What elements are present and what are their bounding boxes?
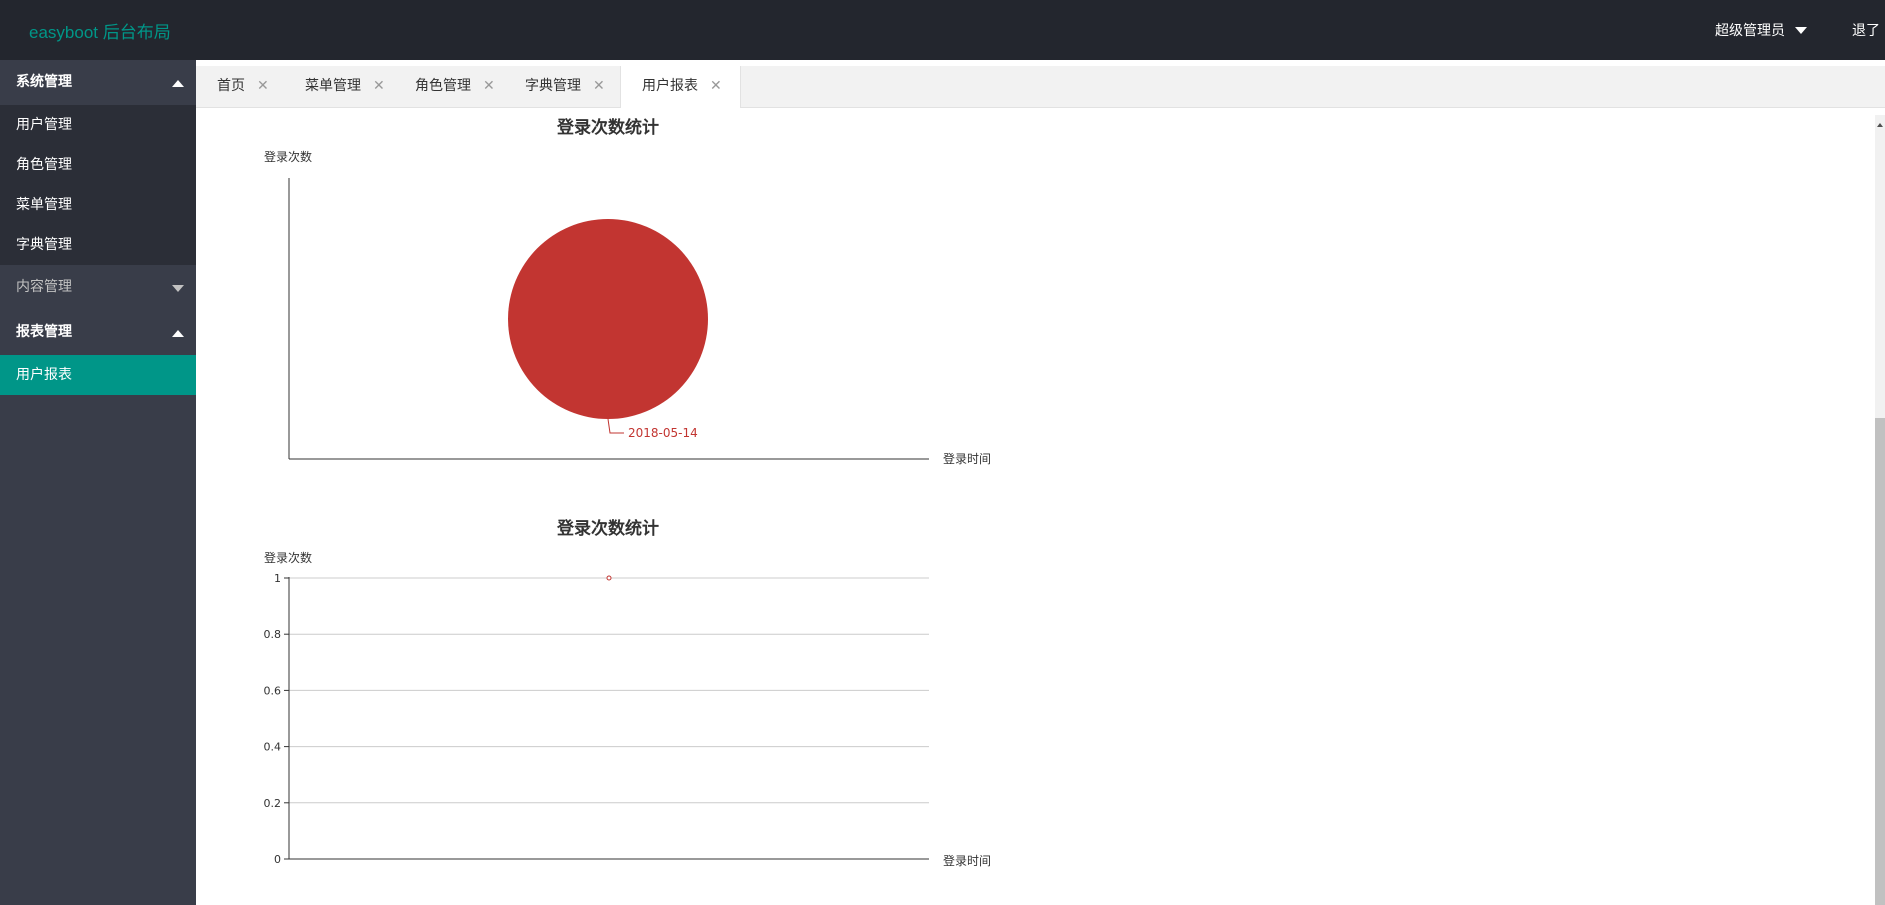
- chart-title: 登录次数统计: [556, 117, 659, 138]
- y-axis-label: 登录次数: [264, 149, 312, 164]
- chevron-up-icon: [172, 80, 184, 87]
- pie-label-line: [607, 418, 624, 434]
- y-tick-label: 0.6: [264, 684, 282, 697]
- line-point[interactable]: [606, 575, 612, 581]
- submenu-system: 用户管理 角色管理 菜单管理 字典管理: [0, 105, 196, 265]
- sidebar-group-label: 系统管理: [16, 74, 72, 90]
- tab-menus[interactable]: 菜单管理 ✕: [284, 66, 385, 107]
- sidebar-item-menus[interactable]: 菜单管理: [0, 185, 196, 225]
- y-tick-label: 0.4: [264, 741, 282, 754]
- sidebar-item-user-report[interactable]: 用户报表: [0, 355, 196, 395]
- close-icon[interactable]: ✕: [483, 78, 495, 94]
- y-tick-label: 1: [274, 572, 281, 585]
- sidebar: 系统管理 用户管理 角色管理 菜单管理 字典管理 内容管理 报表管理 用户报表: [0, 60, 196, 905]
- sidebar-group-label: 内容管理: [16, 279, 72, 295]
- sidebar-group-system[interactable]: 系统管理: [0, 60, 196, 105]
- app-logo[interactable]: easyboot 后台布局: [29, 18, 171, 43]
- tab-dictionary[interactable]: 字典管理 ✕: [504, 66, 605, 107]
- logout-link[interactable]: 退了: [1852, 20, 1880, 40]
- chevron-down-icon: [1795, 26, 1807, 34]
- pie-slice-label: 2018-05-14: [628, 426, 698, 440]
- submenu-reports: 用户报表: [0, 355, 196, 395]
- chevron-up-icon: [172, 330, 184, 337]
- pie-slice[interactable]: [508, 219, 708, 419]
- tab-label: 菜单管理: [305, 78, 361, 94]
- sidebar-item-dictionary[interactable]: 字典管理: [0, 225, 196, 265]
- sidebar-group-content[interactable]: 内容管理: [0, 265, 196, 310]
- y-tick-label: 0: [274, 853, 281, 866]
- x-axis-label: 登录时间: [943, 451, 991, 466]
- user-name: 超级管理员: [1715, 23, 1785, 39]
- close-icon[interactable]: ✕: [373, 78, 385, 94]
- pie-slices: 2018-05-14: [508, 219, 708, 440]
- sidebar-group-label: 报表管理: [16, 324, 72, 340]
- chart-title: 登录次数统计: [556, 518, 659, 539]
- sidebar-group-reports[interactable]: 报表管理: [0, 310, 196, 355]
- tab-label: 首页: [217, 78, 245, 94]
- tab-label: 用户报表: [642, 78, 698, 94]
- tab-label: 字典管理: [525, 78, 581, 94]
- close-icon[interactable]: ✕: [710, 78, 722, 94]
- user-menu[interactable]: 超级管理员: [1715, 20, 1807, 40]
- tab-bar: 首页 ✕ 菜单管理 ✕ 角色管理 ✕ 字典管理 ✕ 用户报表 ✕: [196, 66, 1885, 108]
- y-tick-label: 0.2: [264, 797, 282, 810]
- tab-label: 角色管理: [415, 78, 471, 94]
- close-icon[interactable]: ✕: [257, 78, 269, 94]
- tab-user-report[interactable]: 用户报表 ✕: [620, 66, 741, 108]
- sidebar-item-users[interactable]: 用户管理: [0, 105, 196, 145]
- sidebar-item-roles[interactable]: 角色管理: [0, 145, 196, 185]
- scroll-up-icon[interactable]: [1877, 123, 1883, 127]
- tab-home[interactable]: 首页 ✕: [196, 66, 269, 107]
- line-chart: 登录次数统计 登录次数 00.20.40.60.81 登录时间: [264, 518, 929, 866]
- y-axis-label: 登录次数: [264, 550, 312, 565]
- top-header: easyboot 后台布局 超级管理员 退了: [0, 0, 1885, 60]
- x-axis-label-2: 登录时间: [943, 854, 992, 868]
- chevron-down-icon: [172, 285, 184, 292]
- pie-chart: 登录次数统计 登录次数 登录时间 2018-05-14: [264, 117, 991, 466]
- tab-roles[interactable]: 角色管理 ✕: [394, 66, 495, 107]
- y-tick-label: 0.8: [264, 628, 282, 641]
- close-icon[interactable]: ✕: [593, 78, 605, 94]
- line-series: [606, 575, 612, 581]
- grid-lines: 0 0.2 0.4 0.6 0.8 1: [264, 572, 929, 866]
- main-content: 登录次数统计 登录次数 登录时间 2018-05-14 登录次数统计 登录次数 …: [196, 108, 1875, 905]
- scrollbar-thumb[interactable]: [1875, 418, 1885, 905]
